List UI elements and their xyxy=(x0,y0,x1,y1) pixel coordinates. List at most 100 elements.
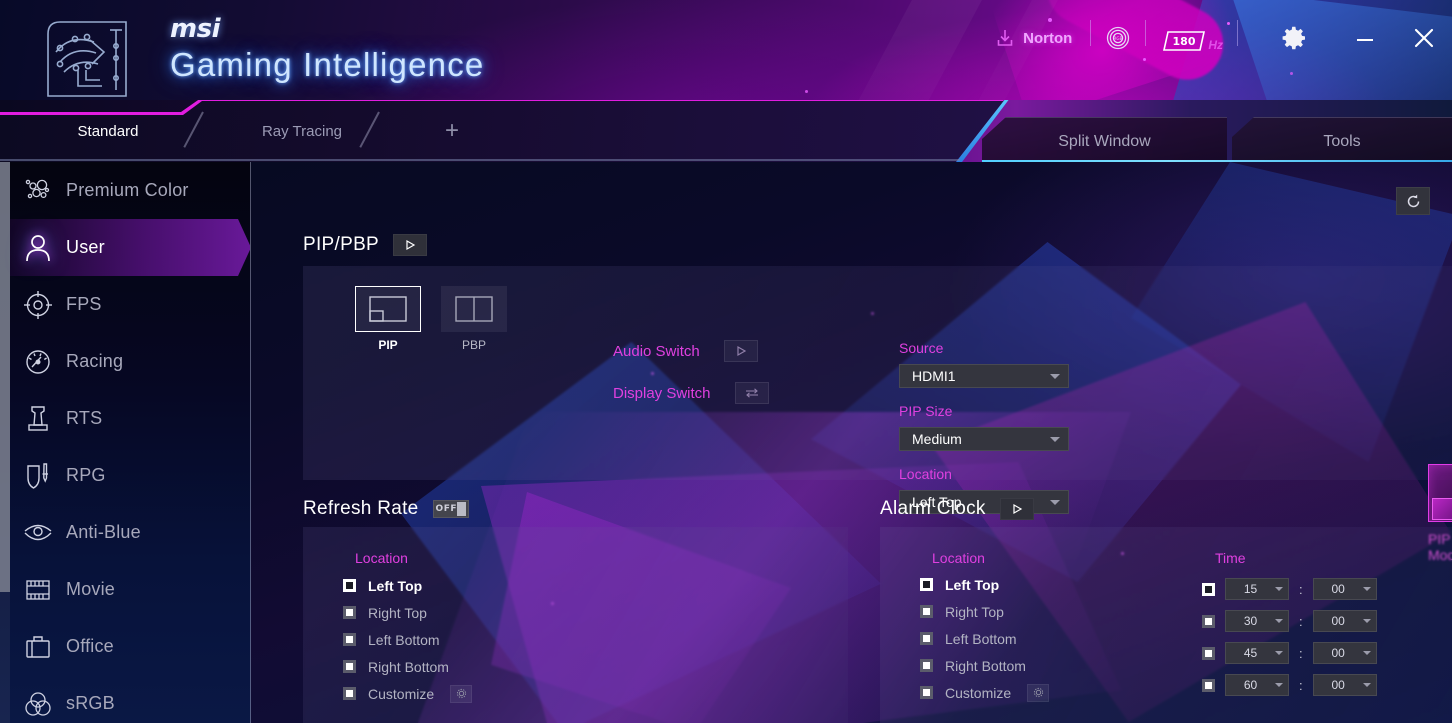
pip-preview-inset xyxy=(1432,498,1452,520)
chevron-down-icon xyxy=(1275,619,1283,623)
radio-indicator xyxy=(920,605,933,618)
reset-icon xyxy=(1407,194,1419,207)
alarm-option-right-top[interactable]: Right Top xyxy=(920,598,1180,625)
close-button[interactable] xyxy=(1410,20,1438,56)
sidebar-item-premium-color[interactable]: Premium Color xyxy=(10,162,250,219)
alarm-time-enable[interactable] xyxy=(1202,678,1215,692)
sidebar-item-label: Racing xyxy=(66,351,124,371)
alarm-clock-play-button[interactable] xyxy=(999,498,1034,520)
pip-mode-button[interactable] xyxy=(355,286,421,332)
audio-switch-button[interactable] xyxy=(723,340,758,362)
app-logo-text: msi Gaming Intelligence xyxy=(170,14,484,84)
refresh-rate-unit: Hz xyxy=(1208,38,1223,52)
sidebar-item-user[interactable]: User xyxy=(10,219,250,276)
alarm-option-right-bottom[interactable]: Right Bottom xyxy=(920,652,1180,679)
pip-size-select[interactable]: Medium xyxy=(899,427,1069,451)
play-icon xyxy=(737,345,746,357)
alarm-seconds-select[interactable]: 00 xyxy=(1312,610,1377,632)
sidebar-item-rts[interactable]: RTS xyxy=(10,390,250,447)
chevron-down-icon xyxy=(1275,683,1283,687)
alarm-minutes-value: 60 xyxy=(1243,678,1258,692)
alarm-seconds-select[interactable]: 00 xyxy=(1312,674,1377,696)
sidebar-item-anti-blue[interactable]: Anti-Blue xyxy=(10,504,250,561)
refresh-rate-button[interactable]: 180 Hz xyxy=(1160,20,1223,56)
color-circles-icon xyxy=(10,689,66,719)
alarm-time-enable[interactable] xyxy=(1202,582,1215,596)
alarm-clock-header: Alarm Clock xyxy=(880,498,1034,520)
alarm-option-customize[interactable]: Customize xyxy=(920,679,1180,706)
sidebar-item-racing[interactable]: Racing xyxy=(10,333,250,390)
alarm-minutes-value: 15 xyxy=(1243,582,1258,596)
sidebar-scrollbar-track[interactable] xyxy=(0,162,10,723)
alarm-time-row: 45 : 00 xyxy=(1202,637,1377,669)
sidebar-item-label: Premium Color xyxy=(66,180,189,200)
header-divider xyxy=(1090,20,1092,46)
time-separator: : xyxy=(1299,581,1303,597)
alarm-minutes-value: 45 xyxy=(1243,646,1258,660)
tab-split-window[interactable]: Split Window xyxy=(982,117,1227,162)
minimize-button[interactable] xyxy=(1352,20,1378,56)
alarm-time-row: 60 : 00 xyxy=(1202,669,1377,701)
alarm-location-label: Location xyxy=(932,550,985,566)
refresh-rate-location-label: Location xyxy=(355,550,408,566)
sidebar-item-fps[interactable]: FPS xyxy=(10,276,250,333)
rgb-mystic-light-button[interactable]: RGB xyxy=(1105,20,1131,56)
download-icon xyxy=(997,30,1013,46)
refresh-rate-option-right-bottom[interactable]: Right Bottom xyxy=(343,653,643,680)
audio-switch-label: Audio Switch xyxy=(613,342,700,360)
pbp-mode-button[interactable] xyxy=(441,286,507,332)
main-content: PIP/PBP PIP PBP Audio Switch Display Swi… xyxy=(251,162,1452,723)
sidebar-item-srgb[interactable]: sRGB xyxy=(10,675,250,723)
alarm-seconds-value: 00 xyxy=(1331,678,1345,692)
option-label: Customize xyxy=(945,684,1012,701)
sidebar-item-label: Movie xyxy=(66,579,116,599)
alarm-seconds-select[interactable]: 00 xyxy=(1312,578,1377,600)
display-switch-button[interactable] xyxy=(734,382,769,404)
settings-button[interactable] xyxy=(1280,20,1308,56)
sidebar-item-office[interactable]: Office xyxy=(10,618,250,675)
pip-mode-option[interactable]: PIP xyxy=(355,286,421,352)
refresh-rate-option-left-bottom[interactable]: Left Bottom xyxy=(343,626,643,653)
chevron-down-icon xyxy=(1362,683,1371,687)
radio-indicator xyxy=(920,659,933,672)
chevron-down-icon xyxy=(1275,651,1283,655)
reset-button[interactable] xyxy=(1396,187,1430,215)
alarm-time-enable[interactable] xyxy=(1202,614,1215,628)
alarm-option-left-top[interactable]: Left Top xyxy=(920,571,1180,598)
sidebar-item-rpg[interactable]: RPG xyxy=(10,447,250,504)
pbp-mode-option[interactable]: PBP xyxy=(441,286,507,352)
pip-layout-icon xyxy=(369,296,407,322)
refresh-rate-option-customize[interactable]: Customize xyxy=(343,680,643,707)
alarm-minutes-select[interactable]: 30 xyxy=(1225,610,1289,632)
add-preset-button[interactable]: + xyxy=(424,100,480,162)
radio-indicator xyxy=(920,578,933,591)
sidebar-item-movie[interactable]: Movie xyxy=(10,561,250,618)
refresh-rate-option-left-top[interactable]: Left Top xyxy=(343,572,643,599)
alarm-seconds-select[interactable]: 00 xyxy=(1312,642,1377,664)
alarm-option-left-bottom[interactable]: Left Bottom xyxy=(920,625,1180,652)
source-select[interactable]: HDMI1 xyxy=(899,364,1069,388)
tab-standard[interactable]: Standard xyxy=(44,100,172,162)
refresh-rate-toggle[interactable]: OFF xyxy=(432,500,469,518)
sidebar-scrollbar-thumb[interactable] xyxy=(0,162,10,592)
option-label: Left Top xyxy=(368,577,423,594)
rgb-mystic-light-icon: RGB xyxy=(1107,26,1130,50)
window-controls: Norton RGB 180 Hz xyxy=(995,0,1438,100)
alarm-time-row: 30 : 00 xyxy=(1202,605,1377,637)
alarm-time-label: Time xyxy=(1215,550,1246,566)
sidebar-item-label: RPG xyxy=(66,465,106,485)
norton-button[interactable]: Norton xyxy=(995,20,1072,56)
alarm-minutes-select[interactable]: 60 xyxy=(1225,674,1289,696)
tab-tools[interactable]: Tools xyxy=(1232,117,1452,162)
alarm-minutes-select[interactable]: 45 xyxy=(1225,642,1289,664)
pip-pbp-play-button[interactable] xyxy=(393,234,428,256)
alarm-minutes-select[interactable]: 15 xyxy=(1225,578,1289,600)
alarm-customize-button[interactable] xyxy=(1027,683,1050,702)
tab-ray-tracing[interactable]: Ray Tracing xyxy=(238,100,366,162)
alarm-clock-title: Alarm Clock xyxy=(880,498,986,519)
refresh-rate-option-right-top[interactable]: Right Top xyxy=(343,599,643,626)
alarm-time-enable[interactable] xyxy=(1202,646,1215,660)
refresh-rate-customize-button[interactable] xyxy=(450,684,473,703)
radio-indicator xyxy=(920,632,933,645)
radio-indicator xyxy=(343,579,356,592)
